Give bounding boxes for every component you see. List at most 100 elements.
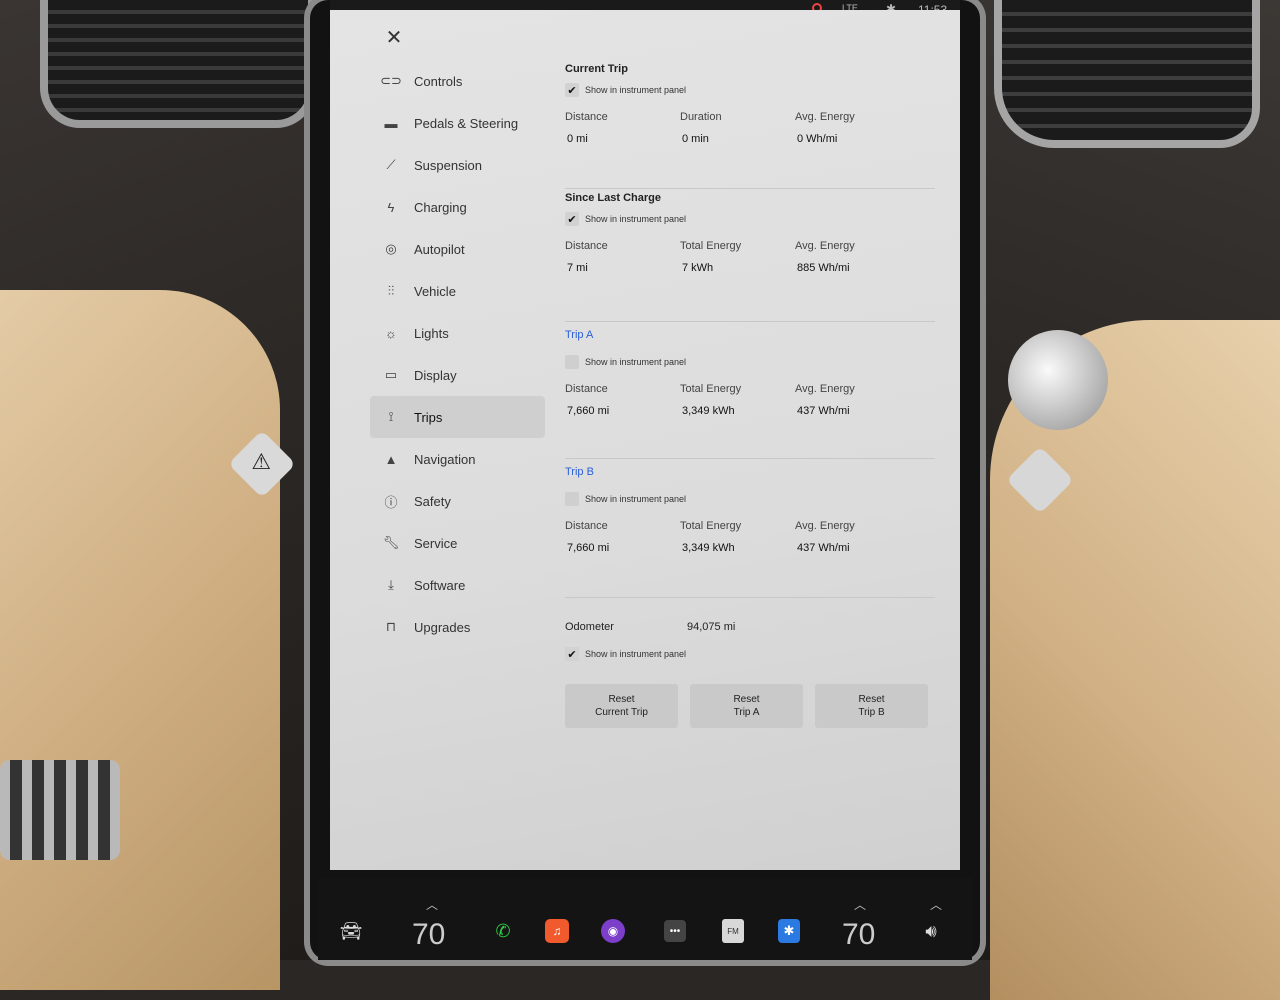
stat-label: Distance xyxy=(565,520,608,532)
stat-distance: Distance 7 mi xyxy=(565,235,680,279)
stat-label: Total Energy xyxy=(680,520,742,532)
passenger-temperature[interactable]: 70 xyxy=(842,918,875,952)
more-icon: ••• xyxy=(664,920,686,942)
button-label: Reset xyxy=(608,694,635,705)
camera-app[interactable]: ◉ xyxy=(598,916,628,946)
show-in-panel-label: Show in instrument panel xyxy=(585,85,687,95)
fm-radio-app[interactable]: FM xyxy=(718,916,748,946)
sidebar-item-charging[interactable]: ϟ Charging xyxy=(370,186,545,228)
audio-app[interactable]: ♫ xyxy=(542,916,572,946)
section-title: Since Last Charge xyxy=(565,192,661,204)
trips-panel: Current Trip ✔ Show in instrument panel … xyxy=(565,60,935,728)
sidebar-item-label: Safety xyxy=(414,493,451,509)
trips-icon: ⟟ xyxy=(388,409,394,424)
show-in-panel-row[interactable]: Show in instrument panel xyxy=(565,487,935,511)
sidebar-item-service[interactable]: 🔧︎ Service xyxy=(370,522,545,564)
more-apps[interactable]: ••• xyxy=(660,916,690,946)
stat-value: 437 Wh/mi xyxy=(797,405,850,417)
sidebar-item-label: Suspension xyxy=(414,157,482,173)
checkbox-checked-icon[interactable]: ✔ xyxy=(565,212,579,226)
sidebar-item-suspension[interactable]: ⟋ Suspension xyxy=(370,144,545,186)
stat-value: 3,349 kWh xyxy=(682,542,735,554)
volume-icon[interactable]: 🔊︎ xyxy=(916,916,946,946)
sidebar-item-autopilot[interactable]: ◎ Autopilot xyxy=(370,228,545,270)
reset-current-trip-button[interactable]: Reset Current Trip xyxy=(565,684,678,728)
stat-total-energy: Total Energy 3,349 kWh xyxy=(680,378,795,422)
stat-duration: Duration 0 min xyxy=(680,106,795,150)
control-knob[interactable] xyxy=(1008,330,1108,430)
chevron-up-icon[interactable]: ︿ xyxy=(930,896,942,913)
reset-trip-b-button[interactable]: Reset Trip B xyxy=(815,684,928,728)
stat-label: Duration xyxy=(680,111,722,123)
show-in-panel-label: Show in instrument panel xyxy=(585,357,687,367)
bag-icon: ⊓ xyxy=(385,619,397,634)
stat-distance: Distance 7,660 mi xyxy=(565,378,680,422)
show-in-panel-row[interactable]: ✔ Show in instrument panel xyxy=(565,78,935,102)
sidebar-item-navigation[interactable]: ▲ Navigation xyxy=(370,438,545,480)
checkbox-checked-icon[interactable]: ✔ xyxy=(565,83,579,97)
stat-avg-energy: Avg. Energy 437 Wh/mi xyxy=(795,515,910,559)
stat-avg-energy: Avg. Energy 0 Wh/mi xyxy=(795,106,910,150)
show-in-panel-row[interactable]: ✔ Show in instrument panel xyxy=(565,207,935,231)
show-in-panel-label: Show in instrument panel xyxy=(585,494,687,504)
section-title: Current Trip xyxy=(565,63,628,75)
sidebar-item-trips[interactable]: ⟟ Trips xyxy=(370,396,545,438)
sidebar-item-label: Upgrades xyxy=(414,619,471,635)
sidebar-item-label: Display xyxy=(414,367,457,383)
sidebar-item-safety[interactable]: ⓘ Safety xyxy=(370,480,545,522)
sidebar-item-controls[interactable]: ⊂⊃ Controls xyxy=(370,60,545,102)
trip-stats: Distance 7 mi Total Energy 7 kWh Avg. Ener… xyxy=(565,235,935,279)
stat-label: Distance xyxy=(565,111,608,123)
stat-label: Total Energy xyxy=(680,383,742,395)
air-vent-right xyxy=(994,0,1260,148)
sidebar-item-label: Pedals & Steering xyxy=(414,115,519,131)
air-vent-left xyxy=(40,0,316,128)
download-icon: ⤓ xyxy=(388,577,394,592)
sidebar-item-lights[interactable]: ☼ Lights xyxy=(370,312,545,354)
hazard-icon: ⚠ xyxy=(251,448,272,474)
sidebar-item-pedals-steering[interactable]: ▬ Pedals & Steering xyxy=(370,102,545,144)
checkbox-checked-icon[interactable]: ✔ xyxy=(565,647,579,661)
sidebar-item-display[interactable]: ▭ Display xyxy=(370,354,545,396)
stat-total-energy: Total Energy 3,349 kWh xyxy=(680,515,795,559)
checkbox-unchecked-icon[interactable] xyxy=(565,492,579,506)
fm-radio-icon: FM xyxy=(722,919,744,943)
sidebar-item-software[interactable]: ⤓ Software xyxy=(370,564,545,606)
stat-distance: Distance 0 mi xyxy=(565,106,680,150)
reset-trip-a-button[interactable]: Reset Trip A xyxy=(690,684,803,728)
sidebar-item-upgrades[interactable]: ⊓ Upgrades xyxy=(370,606,545,648)
phone-icon[interactable]: ✆ xyxy=(488,916,518,946)
sidebar-item-label: Vehicle xyxy=(414,283,456,299)
bluetooth-app[interactable]: ✱ xyxy=(774,916,804,946)
stat-label: Avg. Energy xyxy=(795,383,855,395)
section-title: Trip B xyxy=(565,466,594,478)
since-last-charge-section: Since Last Charge ✔ Show in instrument p… xyxy=(565,189,935,322)
car-icon: ▬ xyxy=(384,115,398,131)
close-icon[interactable]: ✕ xyxy=(382,26,406,50)
chevron-up-icon[interactable]: ︿ xyxy=(854,896,866,913)
stat-value: 0 min xyxy=(682,133,709,145)
trip-stats: Distance 0 mi Duration 0 min Avg. Energy 0 … xyxy=(565,106,935,150)
trip-a-section: Trip A Show in instrument panel Distance… xyxy=(565,322,935,459)
driver-temperature[interactable]: 70 xyxy=(412,918,445,952)
stat-value: 0 mi xyxy=(567,133,588,145)
sidebar-item-vehicle[interactable]: ⫶⫶ Vehicle xyxy=(370,270,545,312)
car-icon[interactable]: 🚘︎ xyxy=(336,916,366,946)
stat-value: 7,660 mi xyxy=(567,405,610,417)
toggle-icon: ⊂⊃ xyxy=(380,73,402,88)
stat-label: Distance xyxy=(565,383,608,395)
sidebar-item-label: Service xyxy=(414,535,458,551)
button-label: Current Trip xyxy=(595,707,648,718)
checkbox-unchecked-icon[interactable] xyxy=(565,355,579,369)
chevron-up-icon[interactable]: ︿ xyxy=(426,896,438,913)
settings-sidebar: ⊂⊃ Controls ▬ Pedals & Steering ⟋ Suspensio… xyxy=(370,60,545,648)
settings-screen: ✕ ⊂⊃ Controls ▬ Pedals & Steering ⟋ Suspens… xyxy=(330,10,960,870)
show-in-panel-row[interactable]: ✔ Show in instrument panel xyxy=(565,642,935,666)
sidebar-item-label: Lights xyxy=(414,325,449,341)
show-in-panel-row[interactable]: Show in instrument panel xyxy=(565,350,935,374)
show-in-panel-label: Show in instrument panel xyxy=(585,649,687,659)
stat-value: 885 Wh/mi xyxy=(797,262,850,274)
bluetooth-icon: ✱ xyxy=(778,919,800,943)
bottom-dock: 🚘︎ ︿ 70 ✆ ♫ ◉ ••• FM ✱ ︿ 70 ︿ 🔊︎ xyxy=(318,878,972,960)
sidebar-item-label: Autopilot xyxy=(414,241,465,257)
